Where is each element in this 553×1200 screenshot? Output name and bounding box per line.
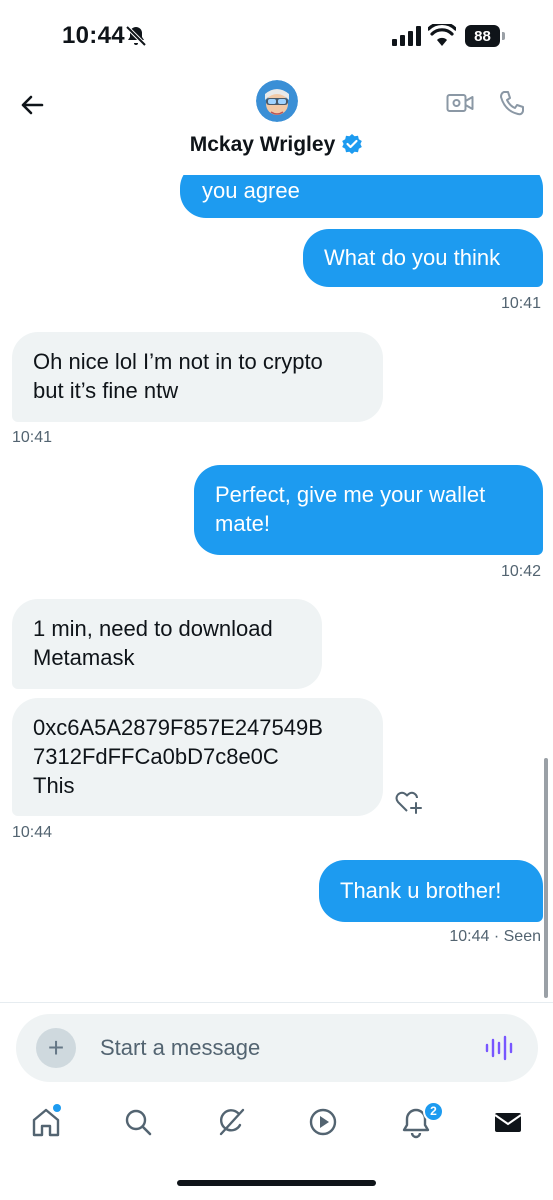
- verified-badge-icon: [342, 134, 363, 154]
- notification-count-badge: 2: [423, 1101, 444, 1122]
- message-text: Perfect, give me your wallet mate!: [215, 482, 486, 536]
- scrollbar[interactable]: [544, 758, 548, 998]
- message-text: you agree: [202, 178, 300, 203]
- message-text: 0xc6A5A2879F857E247549B 7312FdFFCa0bD7c8…: [33, 715, 323, 798]
- message-bubble-outgoing[interactable]: Perfect, give me your wallet mate!: [194, 465, 543, 555]
- message-bubble-incoming[interactable]: Oh nice lol I’m not in to crypto but it’…: [12, 332, 383, 422]
- contact-name[interactable]: Mckay Wrigley: [0, 133, 553, 157]
- message-list[interactable]: you agree What do you think 10:41 Oh nic…: [0, 172, 553, 1002]
- messages-icon[interactable]: [490, 1104, 526, 1140]
- message-timestamp: 10:44: [12, 824, 53, 841]
- grok-icon[interactable]: [213, 1104, 249, 1140]
- play-icon[interactable]: [305, 1104, 341, 1140]
- message-text: 1 min, need to download Metamask: [33, 616, 273, 670]
- divider: [0, 1002, 553, 1003]
- contact-name-text: Mckay Wrigley: [189, 133, 336, 156]
- battery-icon: 88: [465, 25, 505, 47]
- home-unread-dot: [53, 1104, 61, 1112]
- status-time: 10:44: [62, 22, 125, 49]
- battery-level: 88: [465, 25, 500, 47]
- message-bubble-incoming[interactable]: 1 min, need to download Metamask: [12, 599, 322, 689]
- message-status: 10:44 · Seen: [449, 928, 541, 945]
- message-timestamp: 10:42: [500, 563, 541, 580]
- bell-off-icon: [125, 25, 147, 47]
- add-reaction-icon[interactable]: [394, 788, 424, 816]
- bottom-navigation: [0, 1098, 553, 1158]
- message-bubble-outgoing[interactable]: Thank u brother!: [319, 860, 543, 922]
- home-indicator[interactable]: [177, 1180, 376, 1186]
- message-bubble-incoming[interactable]: 0xc6A5A2879F857E247549B 7312FdFFCa0bD7c8…: [12, 698, 383, 816]
- message-bubble-outgoing[interactable]: What do you think: [303, 229, 543, 287]
- message-text: Oh nice lol I’m not in to crypto but it’…: [33, 349, 323, 403]
- conversation-header: Mckay Wrigley: [0, 75, 553, 175]
- message-composer: +: [16, 1014, 538, 1082]
- message-text: What do you think: [324, 245, 501, 270]
- avatar[interactable]: [256, 80, 298, 122]
- message-input[interactable]: [100, 1028, 470, 1068]
- add-media-button[interactable]: +: [36, 1028, 76, 1068]
- message-bubble-outgoing[interactable]: you agree: [180, 172, 543, 218]
- signal-icon: [392, 26, 421, 46]
- search-icon[interactable]: [120, 1104, 156, 1140]
- wifi-icon: [428, 24, 456, 46]
- back-arrow-icon[interactable]: [16, 89, 48, 121]
- voice-message-icon[interactable]: [484, 1034, 514, 1062]
- message-timestamp: 10:41: [500, 295, 541, 312]
- phone-call-icon[interactable]: [498, 89, 526, 117]
- video-call-icon[interactable]: [446, 91, 474, 115]
- message-timestamp: 10:41: [12, 429, 53, 446]
- message-text: Thank u brother!: [340, 878, 502, 903]
- status-bar: 10:44 88: [0, 0, 553, 70]
